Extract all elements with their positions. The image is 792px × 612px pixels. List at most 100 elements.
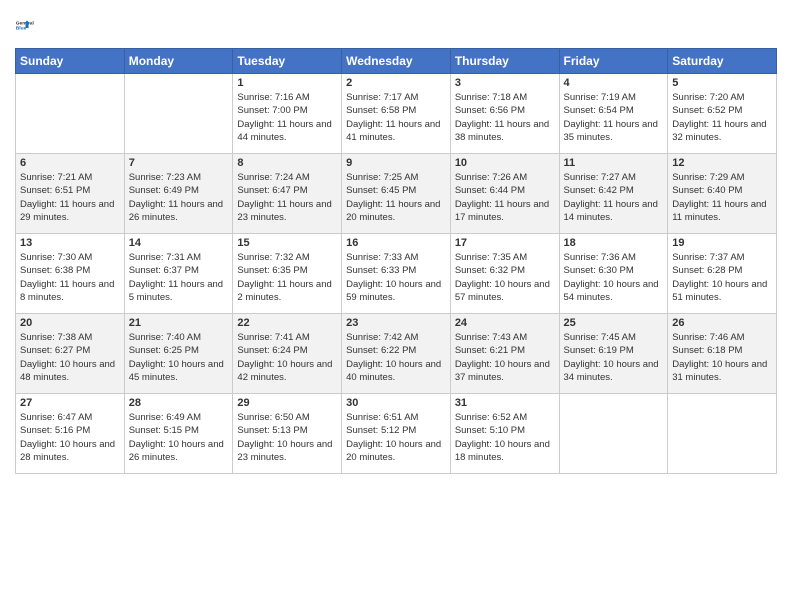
weekday-header-saturday: Saturday: [668, 49, 777, 74]
day-info: Sunrise: 7:43 AMSunset: 6:21 PMDaylight:…: [455, 331, 555, 384]
day-number: 14: [129, 237, 229, 249]
week-row-2: 13 Sunrise: 7:30 AMSunset: 6:38 PMDayligh…: [16, 234, 777, 314]
weekday-header-thursday: Thursday: [450, 49, 559, 74]
weekday-header-monday: Monday: [124, 49, 233, 74]
day-number: 10: [455, 157, 555, 169]
day-info: Sunrise: 7:29 AMSunset: 6:40 PMDaylight:…: [672, 171, 772, 224]
day-info: Sunrise: 7:36 AMSunset: 6:30 PMDaylight:…: [564, 251, 664, 304]
day-info: Sunrise: 7:37 AMSunset: 6:28 PMDaylight:…: [672, 251, 772, 304]
day-number: 12: [672, 157, 772, 169]
day-number: 4: [564, 77, 664, 89]
day-info: Sunrise: 7:26 AMSunset: 6:44 PMDaylight:…: [455, 171, 555, 224]
day-info: Sunrise: 7:45 AMSunset: 6:19 PMDaylight:…: [564, 331, 664, 384]
day-cell: 25 Sunrise: 7:45 AMSunset: 6:19 PMDayligh…: [559, 314, 668, 394]
day-cell: 21 Sunrise: 7:40 AMSunset: 6:25 PMDayligh…: [124, 314, 233, 394]
day-cell: 18Sunrise: 7:36 AMSunset: 6:30 PMDayligh…: [559, 234, 668, 314]
calendar-page: General Blue SundayMondayTuesdayWednesda…: [0, 0, 792, 612]
weekday-header-friday: Friday: [559, 49, 668, 74]
weekday-header-wednesday: Wednesday: [342, 49, 451, 74]
day-cell: 28 Sunrise: 6:49 AMSunset: 5:15 PMDayligh…: [124, 394, 233, 474]
day-number: 3: [455, 77, 555, 89]
header: General Blue: [15, 10, 777, 40]
day-info: Sunrise: 7:33 AMSunset: 6:33 PMDaylight:…: [346, 251, 446, 304]
day-info: Sunrise: 7:17 AMSunset: 6:58 PMDaylight:…: [346, 91, 446, 144]
weekday-header-sunday: Sunday: [16, 49, 125, 74]
day-info: Sunrise: 7:20 AMSunset: 6:52 PMDaylight:…: [672, 91, 772, 144]
day-info: Sunrise: 7:25 AMSunset: 6:45 PMDaylight:…: [346, 171, 446, 224]
day-info: Sunrise: 7:24 AMSunset: 6:47 PMDaylight:…: [237, 171, 337, 224]
day-info: Sunrise: 6:51 AMSunset: 5:12 PMDaylight:…: [346, 411, 446, 464]
day-number: 24: [455, 317, 555, 329]
day-number: 19: [672, 237, 772, 249]
week-row-0: 1Sunrise: 7:16 AMSunset: 7:00 PMDaylight…: [16, 74, 777, 154]
svg-text:Blue: Blue: [16, 26, 27, 32]
day-number: 1: [237, 77, 337, 89]
day-number: 9: [346, 157, 446, 169]
day-number: 27: [20, 397, 120, 409]
day-info: Sunrise: 6:47 AMSunset: 5:16 PMDaylight:…: [20, 411, 120, 464]
day-number: 13: [20, 237, 120, 249]
day-info: Sunrise: 7:21 AMSunset: 6:51 PMDaylight:…: [20, 171, 120, 224]
day-cell: 20 Sunrise: 7:38 AMSunset: 6:27 PMDayligh…: [16, 314, 125, 394]
day-info: Sunrise: 7:46 AMSunset: 6:18 PMDaylight:…: [672, 331, 772, 384]
day-info: Sunrise: 7:30 AMSunset: 6:38 PMDaylight:…: [20, 251, 120, 304]
day-number: 11: [564, 157, 664, 169]
day-cell: 1Sunrise: 7:16 AMSunset: 7:00 PMDaylight…: [233, 74, 342, 154]
day-cell: 17 Sunrise: 7:35 AMSunset: 6:32 PMDayligh…: [450, 234, 559, 314]
day-cell: 16Sunrise: 7:33 AMSunset: 6:33 PMDayligh…: [342, 234, 451, 314]
week-row-3: 20 Sunrise: 7:38 AMSunset: 6:27 PMDayligh…: [16, 314, 777, 394]
day-number: 31: [455, 397, 555, 409]
day-cell: 5 Sunrise: 7:20 AMSunset: 6:52 PMDaylight…: [668, 74, 777, 154]
day-cell: [668, 394, 777, 474]
day-number: 2: [346, 77, 446, 89]
day-info: Sunrise: 6:50 AMSunset: 5:13 PMDaylight:…: [237, 411, 337, 464]
day-number: 26: [672, 317, 772, 329]
day-number: 23: [346, 317, 446, 329]
day-cell: [124, 74, 233, 154]
day-cell: 9 Sunrise: 7:25 AMSunset: 6:45 PMDaylight…: [342, 154, 451, 234]
day-number: 21: [129, 317, 229, 329]
day-cell: 2 Sunrise: 7:17 AMSunset: 6:58 PMDaylight…: [342, 74, 451, 154]
day-cell: 13 Sunrise: 7:30 AMSunset: 6:38 PMDayligh…: [16, 234, 125, 314]
day-number: 20: [20, 317, 120, 329]
day-number: 17: [455, 237, 555, 249]
day-number: 25: [564, 317, 664, 329]
day-info: Sunrise: 7:40 AMSunset: 6:25 PMDaylight:…: [129, 331, 229, 384]
day-number: 28: [129, 397, 229, 409]
day-number: 30: [346, 397, 446, 409]
week-row-4: 27 Sunrise: 6:47 AMSunset: 5:16 PMDayligh…: [16, 394, 777, 474]
day-info: Sunrise: 7:35 AMSunset: 6:32 PMDaylight:…: [455, 251, 555, 304]
day-number: 5: [672, 77, 772, 89]
logo-icon: General Blue: [15, 10, 45, 40]
day-cell: 31 Sunrise: 6:52 AMSunset: 5:10 PMDayligh…: [450, 394, 559, 474]
day-info: Sunrise: 7:18 AMSunset: 6:56 PMDaylight:…: [455, 91, 555, 144]
day-number: 15: [237, 237, 337, 249]
day-info: Sunrise: 7:27 AMSunset: 6:42 PMDaylight:…: [564, 171, 664, 224]
weekday-header-row: SundayMondayTuesdayWednesdayThursdayFrid…: [16, 49, 777, 74]
day-info: Sunrise: 6:52 AMSunset: 5:10 PMDaylight:…: [455, 411, 555, 464]
day-cell: 6 Sunrise: 7:21 AMSunset: 6:51 PMDaylight…: [16, 154, 125, 234]
day-number: 29: [237, 397, 337, 409]
day-cell: 15Sunrise: 7:32 AMSunset: 6:35 PMDayligh…: [233, 234, 342, 314]
day-cell: 27 Sunrise: 6:47 AMSunset: 5:16 PMDayligh…: [16, 394, 125, 474]
day-cell: 11 Sunrise: 7:27 AMSunset: 6:42 PMDayligh…: [559, 154, 668, 234]
day-cell: 10 Sunrise: 7:26 AMSunset: 6:44 PMDayligh…: [450, 154, 559, 234]
day-info: Sunrise: 6:49 AMSunset: 5:15 PMDaylight:…: [129, 411, 229, 464]
logo: General Blue: [15, 10, 45, 40]
day-number: 7: [129, 157, 229, 169]
week-row-1: 6 Sunrise: 7:21 AMSunset: 6:51 PMDaylight…: [16, 154, 777, 234]
day-cell: 12 Sunrise: 7:29 AMSunset: 6:40 PMDayligh…: [668, 154, 777, 234]
day-info: Sunrise: 7:23 AMSunset: 6:49 PMDaylight:…: [129, 171, 229, 224]
day-info: Sunrise: 7:38 AMSunset: 6:27 PMDaylight:…: [20, 331, 120, 384]
day-cell: 26 Sunrise: 7:46 AMSunset: 6:18 PMDayligh…: [668, 314, 777, 394]
calendar-table: SundayMondayTuesdayWednesdayThursdayFrid…: [15, 48, 777, 474]
weekday-header-tuesday: Tuesday: [233, 49, 342, 74]
day-cell: 4Sunrise: 7:19 AMSunset: 6:54 PMDaylight…: [559, 74, 668, 154]
day-cell: 23Sunrise: 7:42 AMSunset: 6:22 PMDayligh…: [342, 314, 451, 394]
day-cell: 7 Sunrise: 7:23 AMSunset: 6:49 PMDaylight…: [124, 154, 233, 234]
day-cell: 24 Sunrise: 7:43 AMSunset: 6:21 PMDayligh…: [450, 314, 559, 394]
day-cell: 8Sunrise: 7:24 AMSunset: 6:47 PMDaylight…: [233, 154, 342, 234]
day-number: 6: [20, 157, 120, 169]
day-cell: [559, 394, 668, 474]
day-cell: 22Sunrise: 7:41 AMSunset: 6:24 PMDayligh…: [233, 314, 342, 394]
